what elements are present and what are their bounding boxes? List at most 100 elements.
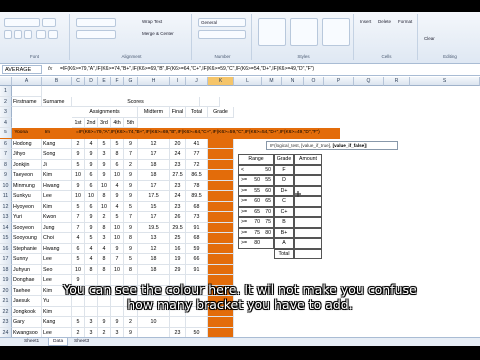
column-header[interactable]: R [384,77,410,86]
column-header[interactable]: P [324,77,354,86]
midterm-cell[interactable]: 18 [138,170,170,181]
midterm-cell[interactable]: 19.5 [138,222,170,233]
total-cell[interactable]: 86.5 [186,170,208,181]
assignment-cell[interactable]: 10 [72,170,85,181]
row-number[interactable]: 23 [0,317,12,328]
assignment-cell[interactable]: 6 [85,201,98,212]
total-cell[interactable]: 77 [186,149,208,160]
final-cell[interactable]: 29.5 [170,222,186,233]
assignment-cell[interactable]: 10 [111,222,124,233]
assignment-cell[interactable]: 9 [85,212,98,223]
grade-cell[interactable] [208,201,234,212]
total-label[interactable]: Total [274,248,294,259]
assignment-cell[interactable]: 4 [85,243,98,254]
total-cell[interactable]: 59 [186,243,208,254]
select-all-corner[interactable] [0,77,12,86]
assignment-cell[interactable]: 2 [124,317,138,328]
assignment-cell[interactable]: 8 [111,149,124,160]
range-cell[interactable]: >= 70 75 [238,217,274,228]
assignment-cell[interactable]: 4 [98,243,111,254]
surname-cell[interactable]: Song [42,149,72,160]
assignment-cell[interactable]: 9 [124,222,138,233]
grade-letter-cell[interactable]: A [274,238,294,249]
firstname-cell[interactable]: Stephanie [12,243,42,254]
total-cell[interactable]: 91 [186,222,208,233]
worksheet-grid[interactable]: 1 2 Firstname Surname Scores 3 Assignmen… [0,86,480,338]
grade-cell[interactable] [208,264,234,275]
assignment-cell[interactable]: 8 [98,254,111,265]
midterm-cell[interactable]: 15 [138,201,170,212]
name-box[interactable]: AVERAGE [2,65,42,74]
assignment-cell[interactable]: 8 [85,264,98,275]
total-cell[interactable]: 41 [186,138,208,149]
assignment-cell[interactable]: 5 [72,317,85,328]
final-cell[interactable]: 16 [170,243,186,254]
firstname-cell[interactable]: Minmung [12,180,42,191]
column-header[interactable]: H [138,77,170,86]
clear-button[interactable]: Clear [424,36,435,41]
firstname-cell[interactable]: Sunkyu [12,191,42,202]
assignment-cell[interactable]: 9 [72,149,85,160]
surname-cell[interactable]: Hwang [42,243,72,254]
firstname-cell[interactable]: Sooyoung [12,233,42,244]
total-cell[interactable]: 72 [186,159,208,170]
row-number[interactable]: 12 [0,201,12,212]
grade-cell[interactable] [208,170,234,181]
grade-letter-cell[interactable]: D [274,175,294,186]
firstname-cell[interactable]: Jihyo [12,149,42,160]
assignment-cell[interactable]: 9 [85,159,98,170]
midterm-cell[interactable]: 18 [138,264,170,275]
assignment-cell[interactable]: 7 [124,212,138,223]
column-header[interactable]: I [170,77,186,86]
row-number[interactable]: 11 [0,191,12,202]
final-cell[interactable]: 27.5 [170,170,186,181]
range-cell[interactable]: >= 55 60 [238,185,274,196]
fill-color-button[interactable] [36,30,46,39]
font-size-select[interactable] [42,18,56,27]
conditional-formatting-button[interactable] [258,18,286,46]
assignment-cell[interactable]: 10 [72,191,85,202]
grade-letter-cell[interactable]: B [274,217,294,228]
format-button[interactable]: Format [398,19,412,24]
grade-cell[interactable] [208,191,234,202]
grade-cell[interactable] [208,222,234,233]
grade-cell[interactable] [208,149,234,160]
column-header[interactable]: K [208,77,234,86]
column-header[interactable]: E [98,77,111,86]
grade-letter-cell[interactable]: B+ [274,227,294,238]
row-number[interactable]: 13 [0,212,12,223]
sheet-tab-1[interactable]: Sheet1 [20,338,43,346]
surname-cell[interactable]: Kim [42,201,72,212]
row-number[interactable]: 14 [0,222,12,233]
fx-icon[interactable]: fx [48,65,52,74]
midterm-cell[interactable]: 18 [138,254,170,265]
assignment-cell[interactable]: 7 [124,149,138,160]
range-cell[interactable]: >= 75 80 [238,227,274,238]
editing-row[interactable]: 5 Yoona Im =IF(K6>=79,"A",IF(K6>=74,"B+"… [0,128,340,139]
assignment-cell[interactable]: 6 [85,170,98,181]
amount-cell[interactable] [294,206,322,217]
total-cell[interactable] [186,317,208,328]
assignment-cell[interactable]: 9 [111,191,124,202]
sheet-tab-data[interactable]: Data [48,338,69,346]
grade-cell[interactable] [208,138,234,149]
surname-cell[interactable]: Kang [42,317,72,328]
row-number[interactable]: 18 [0,264,12,275]
final-cell[interactable]: 26 [170,212,186,223]
total-cell[interactable]: 91 [186,264,208,275]
column-header[interactable]: B [42,77,72,86]
surname-cell[interactable]: Kim [42,170,72,181]
final-cell[interactable]: 24 [170,149,186,160]
assignment-cell[interactable]: 3 [98,149,111,160]
assignment-cell[interactable]: 10 [111,233,124,244]
surname-cell[interactable]: Jung [42,222,72,233]
align-top-buttons[interactable] [76,18,116,27]
grade-cell[interactable] [208,212,234,223]
column-header[interactable]: F [111,77,124,86]
final-cell[interactable]: 23 [170,180,186,191]
assignment-cell[interactable]: 9 [98,170,111,181]
grade-letter-cell[interactable]: C [274,196,294,207]
total-cell[interactable]: 68 [186,233,208,244]
wrap-text-button[interactable]: Wrap Text [142,19,162,24]
font-color-button[interactable] [48,30,58,39]
